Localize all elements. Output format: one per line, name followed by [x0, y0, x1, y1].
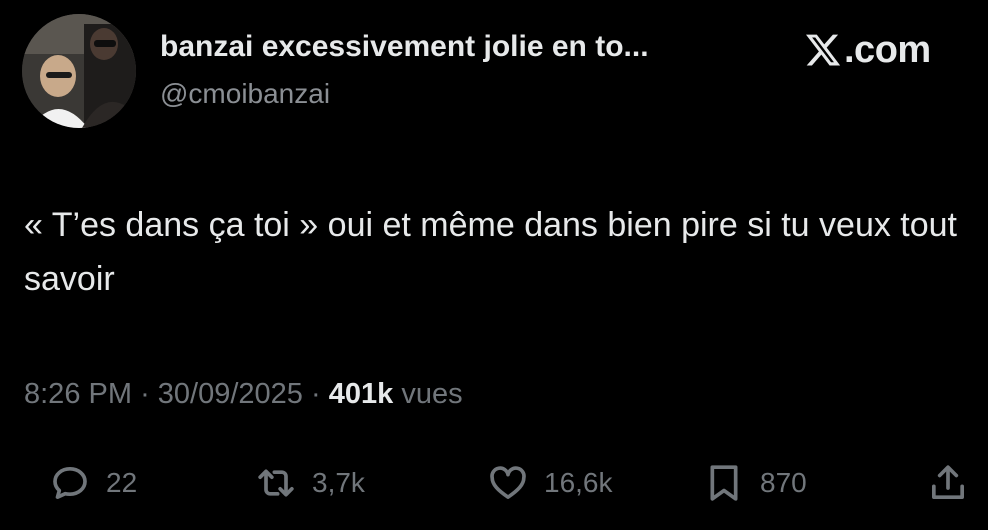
avatar-photo: [22, 14, 136, 128]
repost-count: 3,7k: [312, 467, 365, 498]
bookmark-count: 870: [760, 467, 807, 498]
repost-button[interactable]: 3,7k: [256, 458, 365, 508]
tweet-text: « T’es dans ça toi » oui et même dans bi…: [24, 206, 958, 298]
tweet-time[interactable]: 8:26 PM: [24, 378, 132, 410]
like-count: 16,6k: [544, 467, 613, 498]
tweet-card: banzai excessivement jolie en to... @cmo…: [0, 0, 988, 530]
avatar[interactable]: [22, 14, 136, 128]
meta-separator: ·: [140, 378, 150, 410]
meta-separator: ·: [311, 378, 321, 410]
brand-logo: .com: [804, 28, 931, 72]
bookmark-icon: [710, 465, 738, 501]
views-count: 401k: [328, 378, 394, 410]
reply-count: 22: [106, 467, 138, 498]
reply-button[interactable]: 22: [50, 458, 137, 508]
share-button[interactable]: [928, 458, 968, 508]
reply-icon: [53, 467, 87, 499]
x-logo-icon: [805, 34, 841, 66]
tweet-metadata: 8:26 PM · 30/09/2025 · 401k vues: [24, 378, 463, 411]
author-handle[interactable]: @cmoibanzai: [160, 78, 330, 110]
bookmark-button[interactable]: 870: [704, 458, 807, 508]
action-bar: 22 3,7k 16,6k 870: [0, 458, 988, 508]
views-label: vues: [401, 378, 463, 410]
tweet-date[interactable]: 30/09/2025: [158, 378, 303, 410]
heart-icon: [490, 466, 526, 499]
repost-icon: [258, 469, 294, 497]
brand-domain-suffix: .com: [844, 28, 931, 71]
author-display-name[interactable]: banzai excessivement jolie en to...: [160, 30, 649, 64]
like-button[interactable]: 16,6k: [488, 458, 613, 508]
share-icon: [932, 465, 964, 499]
